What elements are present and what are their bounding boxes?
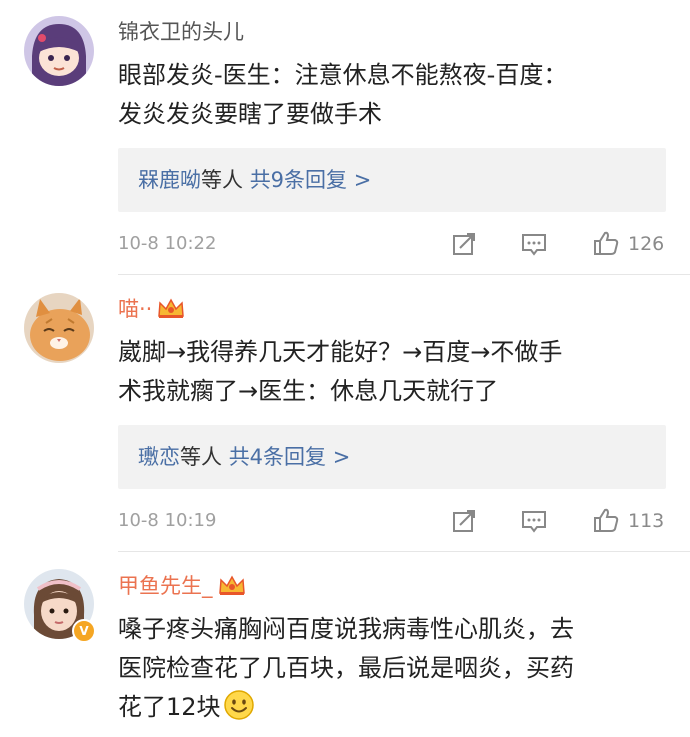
crown-icon (217, 573, 247, 597)
comment-item: V 甲鱼先生_ 嗓子疼头痛胸闷百度说我病毒性心肌炎，去 医院检查花了几百块，最后… (0, 0, 690, 737)
username-text[interactable]: 甲鱼先生_ (118, 574, 213, 598)
comment-text: 嗓子疼头痛胸闷百度说我病毒性心肌炎，去 医院检查花了几百块，最后说是咽炎，买药 … (118, 610, 668, 727)
username[interactable]: 甲鱼先生_ (118, 572, 247, 600)
comment-text-line: 花了12块 (118, 693, 221, 721)
comment-text-line: 嗓子疼头痛胸闷百度说我病毒性心肌炎，去 (118, 615, 574, 643)
verified-badge-icon: V (72, 619, 96, 643)
smile-emoji-icon (223, 689, 255, 721)
comment-text-line-wrap: 花了12块 (118, 688, 668, 727)
comment-text-line: 医院检查花了几百块，最后说是咽炎，买药 (118, 654, 574, 682)
